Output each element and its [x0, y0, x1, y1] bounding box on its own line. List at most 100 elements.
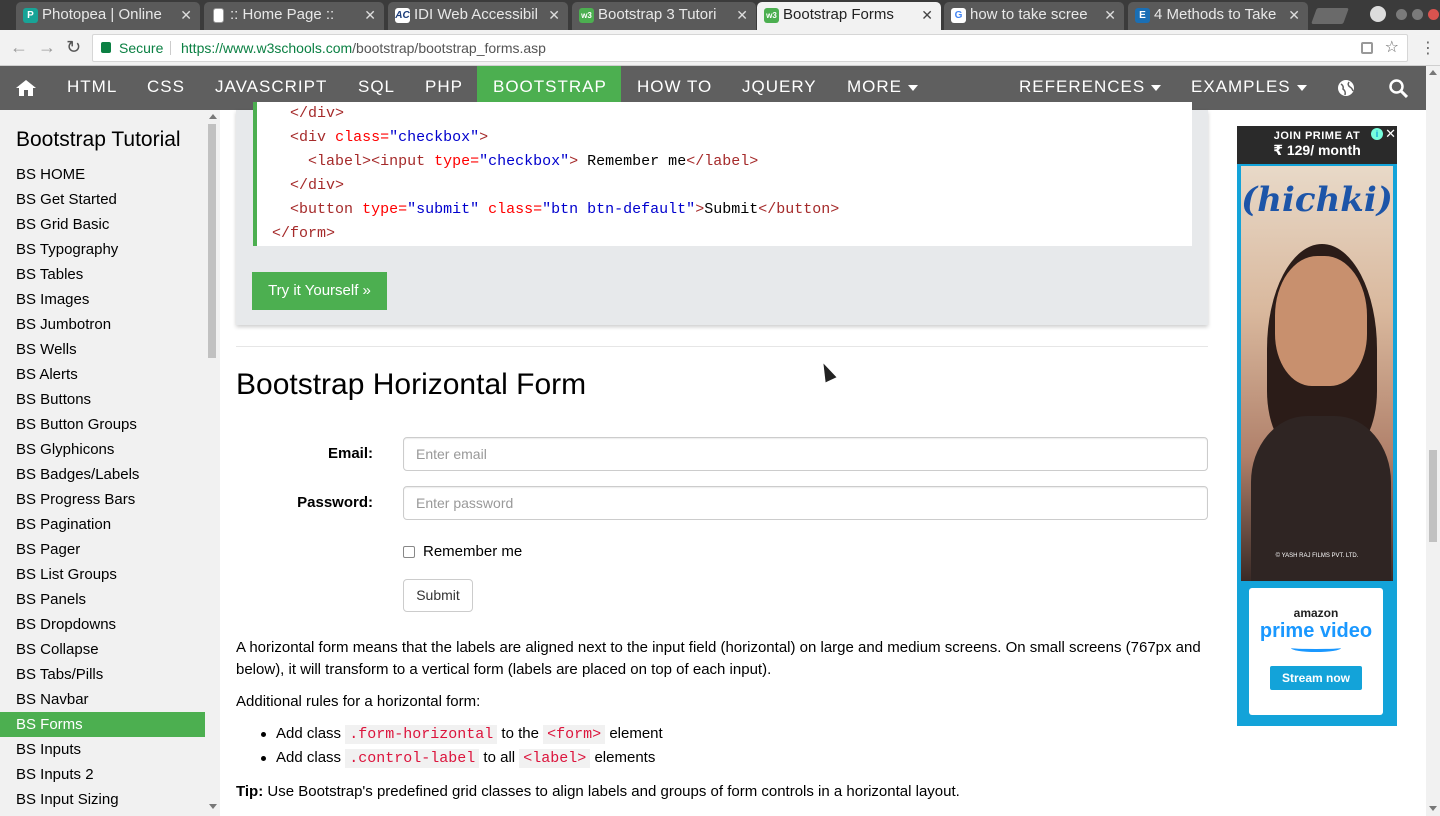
nav-more-label: MORE	[847, 77, 902, 96]
sidebar-item[interactable]: BS Jumbotron	[0, 312, 205, 337]
password-input[interactable]: Enter password	[403, 486, 1208, 520]
close-tab-icon[interactable]: ✕	[1288, 2, 1300, 28]
sidebar-scroll-thumb[interactable]	[208, 124, 216, 358]
browser-tab-active[interactable]: w3 Bootstrap Forms ✕	[757, 2, 941, 30]
sidebar-scrollbar[interactable]	[206, 112, 218, 812]
browser-tab[interactable]: :: Home Page :: ✕	[204, 2, 384, 30]
tutorial-sidebar: Bootstrap Tutorial BS HOME BS Get Started…	[0, 110, 220, 816]
close-tab-icon[interactable]: ✕	[736, 2, 748, 28]
sidebar-item[interactable]: BS Dropdowns	[0, 612, 205, 637]
search-icon[interactable]	[1389, 79, 1408, 98]
photopea-icon: P	[23, 8, 38, 23]
url-path: /bootstrap/bootstrap_forms.asp	[352, 40, 546, 56]
back-icon[interactable]: ←	[10, 38, 28, 56]
code-snippet: .form-horizontal	[345, 725, 498, 744]
lock-icon	[101, 42, 111, 53]
sidebar-item[interactable]: BS Input Sizing	[0, 787, 205, 812]
sidebar-item[interactable]: BS Inputs 2	[0, 762, 205, 787]
code-line: </div>	[290, 177, 345, 194]
bookmark-star-icon[interactable]: ☆	[1385, 35, 1399, 61]
new-tab-button[interactable]	[1311, 8, 1349, 24]
advertisement[interactable]: JOIN PRIME AT ₹ 129/ month i ✕ (hichki) …	[1237, 126, 1397, 726]
sidebar-item[interactable]: BS Alerts	[0, 362, 205, 387]
sidebar-item[interactable]: BS Grid Basic	[0, 212, 205, 237]
nav-examples-label: EXAMPLES	[1191, 77, 1291, 96]
sidebar-item[interactable]: BS Inputs	[0, 737, 205, 762]
bullet-text: to the	[501, 725, 539, 742]
url-text[interactable]: https://www.w3schools.com/bootstrap/boot…	[181, 35, 546, 61]
sidebar-item[interactable]: BS Pagination	[0, 512, 205, 537]
profile-icon[interactable]	[1370, 6, 1386, 22]
sidebar-item[interactable]: BS Button Groups	[0, 412, 205, 437]
close-tab-icon[interactable]: ✕	[180, 2, 192, 28]
email-label: Email:	[327, 445, 373, 462]
close-tab-icon[interactable]: ✕	[548, 2, 560, 28]
sidebar-item[interactable]: BS Panels	[0, 587, 205, 612]
browser-menu-icon[interactable]: ⋮	[1420, 38, 1436, 58]
sidebar-item[interactable]: BS Tabs/Pills	[0, 662, 205, 687]
address-bar[interactable]: Secure https://www.w3schools.com/bootstr…	[92, 34, 1408, 62]
ad-close-icon[interactable]: ✕	[1385, 126, 1396, 142]
nav-css[interactable]: CSS	[131, 66, 201, 110]
browser-tab[interactable]: G how to take scree ✕	[944, 2, 1124, 30]
home-icon[interactable]	[16, 80, 36, 96]
nav-html[interactable]: HTML	[51, 66, 133, 110]
sidebar-item[interactable]: BS Typography	[0, 237, 205, 262]
email-input[interactable]: Enter email	[403, 437, 1208, 471]
browser-tab[interactable]: w3 Bootstrap 3 Tutori ✕	[572, 2, 756, 30]
browser-tab[interactable]: E 4 Methods to Take ✕	[1128, 2, 1308, 30]
sidebar-item[interactable]: BS HOME	[0, 162, 205, 187]
scroll-up-icon[interactable]	[1429, 70, 1437, 75]
scroll-up-icon[interactable]	[209, 114, 217, 119]
code-line: </div>	[290, 105, 345, 122]
sidebar-item[interactable]: BS Wells	[0, 337, 205, 362]
sidebar-item[interactable]: BS Get Started	[0, 187, 205, 212]
reload-icon[interactable]: ↻	[66, 38, 81, 56]
nav-examples[interactable]: EXAMPLES	[1175, 66, 1323, 110]
description-paragraph: A horizontal form means that the labels …	[236, 639, 1201, 678]
amazon-label: amazon	[1293, 606, 1339, 620]
remember-checkbox[interactable]	[403, 546, 415, 558]
close-tab-icon[interactable]: ✕	[921, 2, 933, 28]
ad-info-icon[interactable]: i	[1371, 128, 1383, 140]
close-tab-icon[interactable]: ✕	[1104, 2, 1116, 28]
movie-title: (hichki)	[1241, 180, 1393, 220]
tab-title: :: Home Page ::	[230, 6, 335, 23]
scroll-down-icon[interactable]	[209, 804, 217, 809]
stream-now-button[interactable]: Stream now	[1269, 666, 1362, 690]
sidebar-item[interactable]: BS Collapse	[0, 637, 205, 662]
prime-video-logo: prime video	[1259, 620, 1373, 642]
poster-credit: © YASH RAJ FILMS PVT. LTD.	[1275, 553, 1359, 559]
forward-icon[interactable]: →	[38, 38, 56, 56]
sidebar-item[interactable]: BS Glyphicons	[0, 437, 205, 462]
sidebar-item[interactable]: BS List Groups	[0, 562, 205, 587]
tab-title: Bootstrap 3 Tutori	[598, 6, 717, 23]
wikihow-icon: E	[1135, 8, 1150, 23]
page-scrollbar[interactable]	[1426, 66, 1440, 816]
tab-title: IDI Web Accessibil	[414, 6, 538, 23]
sidebar-title: Bootstrap Tutorial	[16, 128, 181, 151]
sidebar-item[interactable]: BS Images	[0, 287, 205, 312]
sidebar-item[interactable]: BS Forms	[0, 712, 205, 737]
browser-tab[interactable]: AC IDI Web Accessibil ✕	[388, 2, 568, 30]
sidebar-item[interactable]: BS Navbar	[0, 687, 205, 712]
scroll-down-icon[interactable]	[1429, 806, 1437, 811]
sidebar-item[interactable]: BS Badges/Labels	[0, 462, 205, 487]
sidebar-item[interactable]: BS Progress Bars	[0, 487, 205, 512]
maximize-icon[interactable]	[1412, 9, 1423, 20]
close-window-icon[interactable]	[1428, 9, 1439, 20]
minimize-icon[interactable]	[1396, 9, 1407, 20]
remember-label[interactable]: Remember me	[423, 543, 522, 560]
bullet-text: Add class	[276, 749, 342, 766]
browser-tab[interactable]: P Photopea | Online ✕	[16, 2, 200, 30]
sidebar-item[interactable]: BS Buttons	[0, 387, 205, 412]
globe-icon[interactable]	[1337, 79, 1355, 97]
try-it-yourself-button[interactable]: Try it Yourself »	[252, 272, 387, 310]
sidebar-item[interactable]: BS Pager	[0, 537, 205, 562]
tab-title: how to take scree	[970, 6, 1088, 23]
blocked-popup-icon[interactable]	[1361, 42, 1373, 54]
page-scroll-thumb[interactable]	[1429, 450, 1437, 542]
sidebar-item[interactable]: BS Tables	[0, 262, 205, 287]
close-tab-icon[interactable]: ✕	[364, 2, 376, 28]
submit-button[interactable]: Submit	[403, 579, 473, 612]
